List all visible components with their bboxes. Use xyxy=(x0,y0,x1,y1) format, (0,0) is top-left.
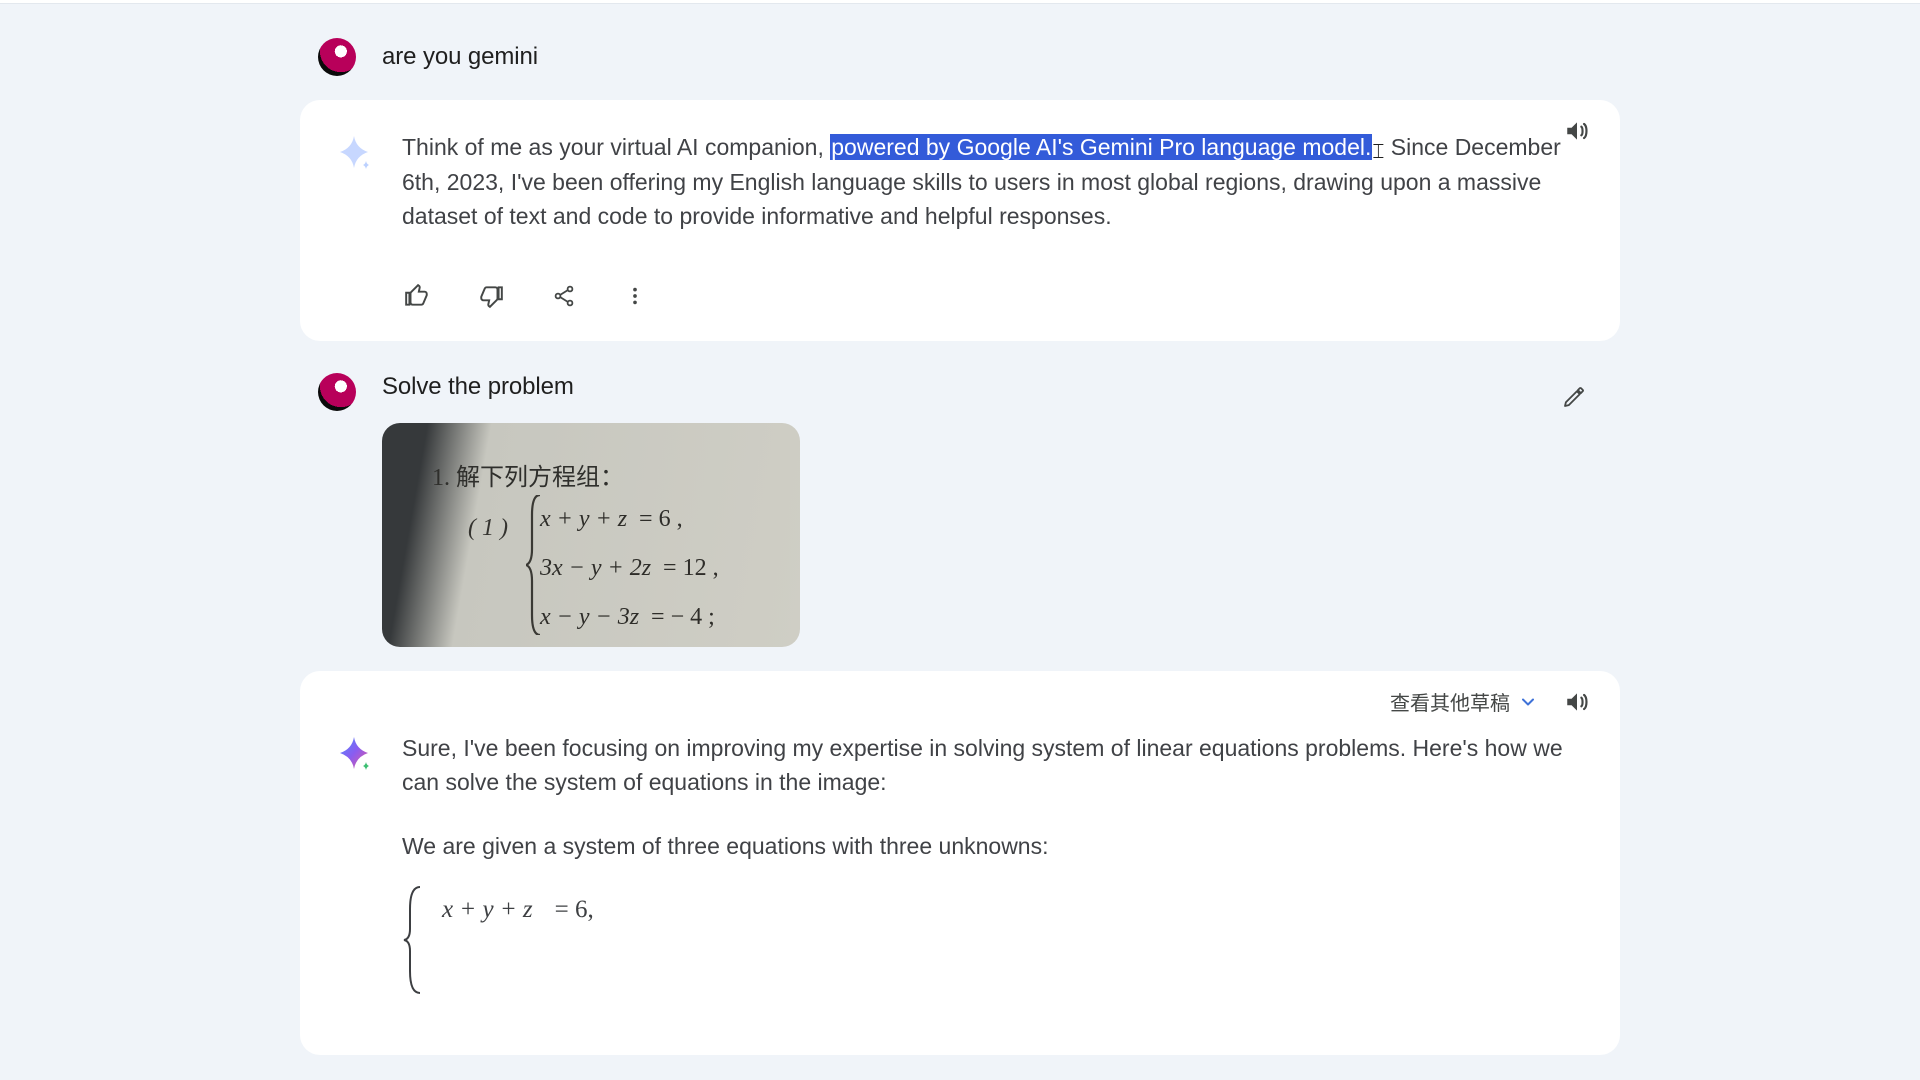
problem-heading: 1. 解下列方程组： xyxy=(432,457,624,492)
view-drafts-button[interactable]: 查看其他草稿 xyxy=(1390,687,1538,716)
share-button[interactable] xyxy=(548,279,580,313)
view-drafts-label: 查看其他草稿 xyxy=(1390,687,1510,716)
assistant-card-1: Think of me as your virtual AI companion… xyxy=(300,100,1620,341)
eq1-rhs: = 6 , xyxy=(639,506,683,532)
more-button[interactable] xyxy=(620,279,650,313)
tts-button[interactable] xyxy=(1560,114,1594,148)
user-message-text: Solve the problem xyxy=(382,373,800,401)
edit-prompt-button[interactable] xyxy=(1558,381,1590,413)
user-turn-2: Solve the problem 1. 解下列方程组： ( 1 ) x + y… xyxy=(300,367,1620,665)
tts-button[interactable] xyxy=(1560,685,1594,719)
answer-highlight: powered by Google AI's Gemini Pro langua… xyxy=(830,134,1372,160)
volume-icon xyxy=(1564,689,1590,715)
problem-equations: x + y + z = 6 , 3x − y + 2z = 12 , x − y… xyxy=(540,495,719,642)
answer2-line1: Sure, I've been focusing on improving my… xyxy=(402,731,1582,799)
assistant-answer-2: Sure, I've been focusing on improving my… xyxy=(402,731,1582,995)
gemini-sparkle-icon xyxy=(336,134,372,170)
sys-r1-rhs: = 6, xyxy=(545,887,604,932)
eq2-rhs: = 12 , xyxy=(663,555,719,581)
problem-label: ( 1 ) xyxy=(468,515,508,542)
action-row xyxy=(336,233,1584,313)
uploaded-image[interactable]: 1. 解下列方程组： ( 1 ) x + y + z = 6 , 3x − y … xyxy=(382,423,800,647)
eq1-lhs: x + y + z xyxy=(540,506,627,532)
assistant-answer-text: Think of me as your virtual AI companion… xyxy=(402,130,1582,233)
user-avatar xyxy=(318,373,356,411)
rendered-equation-system: x + y + z = 6, xyxy=(402,885,1582,995)
answer-pre: Think of me as your virtual AI companion… xyxy=(402,134,830,160)
pencil-icon xyxy=(1562,385,1586,409)
eq3-rhs: = − 4 ; xyxy=(651,604,715,630)
user-turn-1: are you gemini xyxy=(300,32,1620,94)
assistant-card-2: 查看其他草稿 xyxy=(300,671,1620,1055)
thumbs-down-icon xyxy=(478,283,504,309)
volume-icon xyxy=(1564,118,1590,144)
thumbs-up-icon xyxy=(404,283,430,309)
chevron-down-icon xyxy=(1518,692,1538,712)
thumbs-up-button[interactable] xyxy=(400,279,434,313)
more-vert-icon xyxy=(624,284,646,308)
text-cursor: ⌶ xyxy=(1372,138,1384,168)
eq3-lhs: x − y − 3z xyxy=(540,604,639,630)
eq2-lhs: 3x − y + 2z xyxy=(540,555,651,581)
thumbs-down-button[interactable] xyxy=(474,279,508,313)
user-message-text: are you gemini xyxy=(382,43,538,71)
gemini-sparkle-icon xyxy=(336,735,372,771)
sys-r1-lhs: x + y + z xyxy=(432,887,543,932)
left-brace-icon xyxy=(402,885,424,995)
answer2-line2: We are given a system of three equations… xyxy=(402,829,1582,863)
conversation-feed: are you gemini Think of me as your virtu… xyxy=(300,4,1620,1055)
share-icon xyxy=(552,284,576,308)
user-avatar xyxy=(318,38,356,76)
